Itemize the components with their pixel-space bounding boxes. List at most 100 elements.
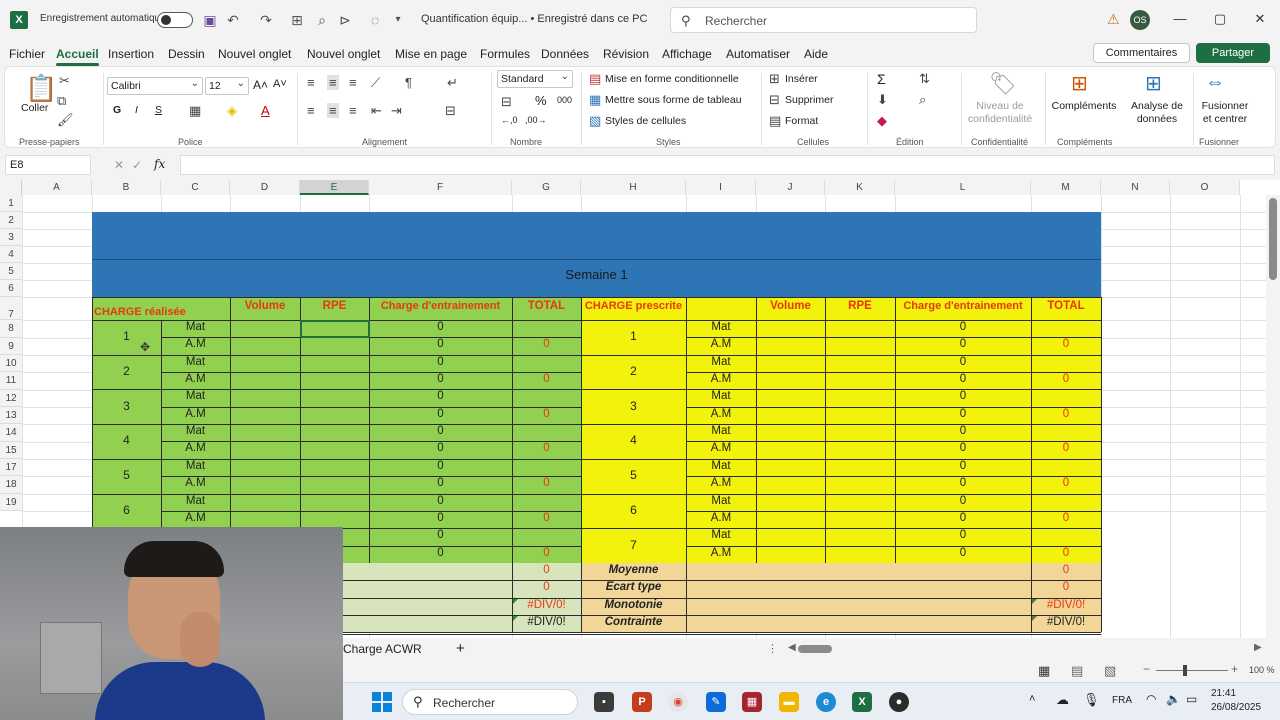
align-bottom-icon[interactable]: ≡ [349,75,357,90]
row-header-11[interactable]: 11 [0,372,22,390]
bold-icon[interactable]: G [113,104,121,116]
select-all-corner[interactable] [0,180,22,195]
column-header-c[interactable]: C [161,180,230,195]
increase-decimal-icon[interactable]: ←,0 [501,115,518,125]
prescribed-charge-cell[interactable]: 0 [895,408,1031,423]
prescribed-rpe-cell[interactable] [826,356,895,372]
realized-volume-cell[interactable] [231,512,300,528]
battery-icon[interactable]: ▭ [1186,692,1197,706]
prescribed-stat-value[interactable]: #DIV/0! [1031,616,1101,631]
row-header-4[interactable]: 4 [0,246,22,263]
font-color-icon[interactable]: A [261,103,270,118]
fill-icon[interactable]: ⬇ [877,92,888,108]
table-format-button[interactable]: Mettre sous forme de tableau [605,94,742,106]
prescribed-total-cell[interactable]: 0 [1031,373,1101,388]
prescribed-charge-cell[interactable]: 0 [895,512,1031,527]
column-header-l[interactable]: L [895,180,1031,195]
column-header-f[interactable]: F [369,180,512,195]
prescribed-total-cell[interactable]: 0 [1031,338,1101,353]
paint-icon[interactable]: ✎ [706,692,726,712]
close-icon[interactable]: ✕ [1250,11,1270,27]
prescribed-volume-cell[interactable] [757,442,825,458]
realized-charge-cell[interactable]: 0 [369,512,512,527]
wifi-icon[interactable]: ◠ [1146,692,1156,706]
wrap-text-icon[interactable]: ↵ [447,75,458,91]
merge-center-big-icon[interactable]: ⇔ [1205,71,1225,94]
scroll-left-icon[interactable]: ◀ [788,642,796,653]
decrease-decimal-icon[interactable]: ,00→ [525,115,547,125]
realized-total-cell[interactable]: 0 [512,547,581,562]
prescribed-volume-cell[interactable] [757,408,825,424]
edge-icon[interactable]: e [816,692,836,712]
prescribed-stat-value[interactable]: #DIV/0! [1031,599,1101,614]
realized-stat-value[interactable]: 0 [512,564,581,579]
print-preview-icon[interactable]: ⊞ [288,11,306,29]
realized-rpe-cell[interactable] [301,512,369,528]
prescribed-charge-cell[interactable]: 0 [895,547,1031,562]
row-header-9[interactable]: 9 [0,338,22,355]
prescribed-charge-cell[interactable]: 0 [895,460,1031,475]
prescribed-total-cell[interactable]: 0 [1031,477,1101,492]
realized-volume-cell[interactable] [231,408,300,424]
prescribed-charge-cell[interactable]: 0 [895,442,1031,457]
prescribed-charge-cell[interactable]: 0 [895,425,1031,440]
row-header-19[interactable]: 19 [0,494,22,511]
merge-center-button[interactable]: Fusionner et centrer [1195,100,1255,126]
insert-cells-icon[interactable]: ⊞ [769,71,780,87]
tab-nouvel-onglet-1[interactable]: Nouvel onglet [218,47,291,61]
page-break-view-icon[interactable]: ▧ [1104,663,1116,679]
column-header-d[interactable]: D [230,180,300,195]
selected-cell-e8[interactable] [300,320,370,339]
fill-color-icon[interactable]: ◈ [227,103,237,119]
column-header-b[interactable]: B [92,180,161,195]
realized-rpe-cell[interactable] [301,460,369,476]
file-explorer-icon[interactable]: ▬ [779,692,799,712]
vertical-scrollbar-thumb[interactable] [1269,198,1277,280]
prescribed-rpe-cell[interactable] [826,547,895,563]
sheet-tab-charge-acwr[interactable]: Charge ACWR [343,642,422,656]
analyze-data-button[interactable]: Analyse de données [1125,100,1189,126]
search-doc-icon[interactable]: ⌕ [313,11,331,29]
horizontal-scrollbar-thumb[interactable] [798,645,832,653]
realized-stat-value[interactable]: #DIV/0! [512,599,581,614]
prescribed-rpe-cell[interactable] [826,338,895,354]
circle-icon[interactable]: ◌ [366,11,384,29]
realized-charge-cell[interactable]: 0 [369,373,512,388]
prescribed-volume-cell[interactable] [757,495,825,511]
column-header-k[interactable]: K [825,180,895,195]
prescribed-charge-cell[interactable]: 0 [895,477,1031,492]
clock-date[interactable]: 26/08/2025 [1211,702,1261,713]
realized-stat-value[interactable]: 0 [512,581,581,596]
realized-charge-cell[interactable]: 0 [369,408,512,423]
prescribed-volume-cell[interactable] [757,477,825,493]
realized-charge-cell[interactable]: 0 [369,442,512,457]
tab-formules[interactable]: Formules [480,47,530,61]
prescribed-total-cell[interactable]: 0 [1031,442,1101,457]
minimize-icon[interactable]: — [1170,11,1190,26]
align-left-icon[interactable]: ≡ [307,103,315,118]
column-header-j[interactable]: J [756,180,825,195]
realized-total-cell[interactable]: 0 [512,512,581,527]
column-header-g[interactable]: G [512,180,581,195]
prescribed-total-cell[interactable]: 0 [1031,512,1101,527]
normal-view-icon[interactable]: ▦ [1038,663,1050,679]
row-header-1[interactable]: 1 [0,195,22,212]
maximize-icon[interactable]: ▢ [1210,11,1230,27]
row-header-5[interactable]: 5 [0,263,22,280]
windows-start-icon[interactable] [372,692,392,712]
number-format-combo[interactable]: Standard [497,69,573,88]
prescribed-total-cell[interactable]: 0 [1031,408,1101,423]
realized-total-cell[interactable]: 0 [512,408,581,423]
taskbar-search-box[interactable]: ⚲ Rechercher [402,689,578,715]
realized-rpe-cell[interactable] [301,408,369,424]
prescribed-volume-cell[interactable] [757,373,825,389]
prescribed-charge-cell[interactable]: 0 [895,495,1031,510]
tab-fichier[interactable]: Fichier [9,47,45,61]
realized-charge-cell[interactable]: 0 [369,547,512,562]
prescribed-volume-cell[interactable] [757,321,825,337]
realized-charge-cell[interactable]: 0 [369,390,512,405]
thousands-icon[interactable]: 000 [557,95,572,105]
paste-icon[interactable]: 📋 [25,73,57,104]
add-sheet-button[interactable]: + [456,640,465,657]
percent-icon[interactable]: % [535,93,547,108]
